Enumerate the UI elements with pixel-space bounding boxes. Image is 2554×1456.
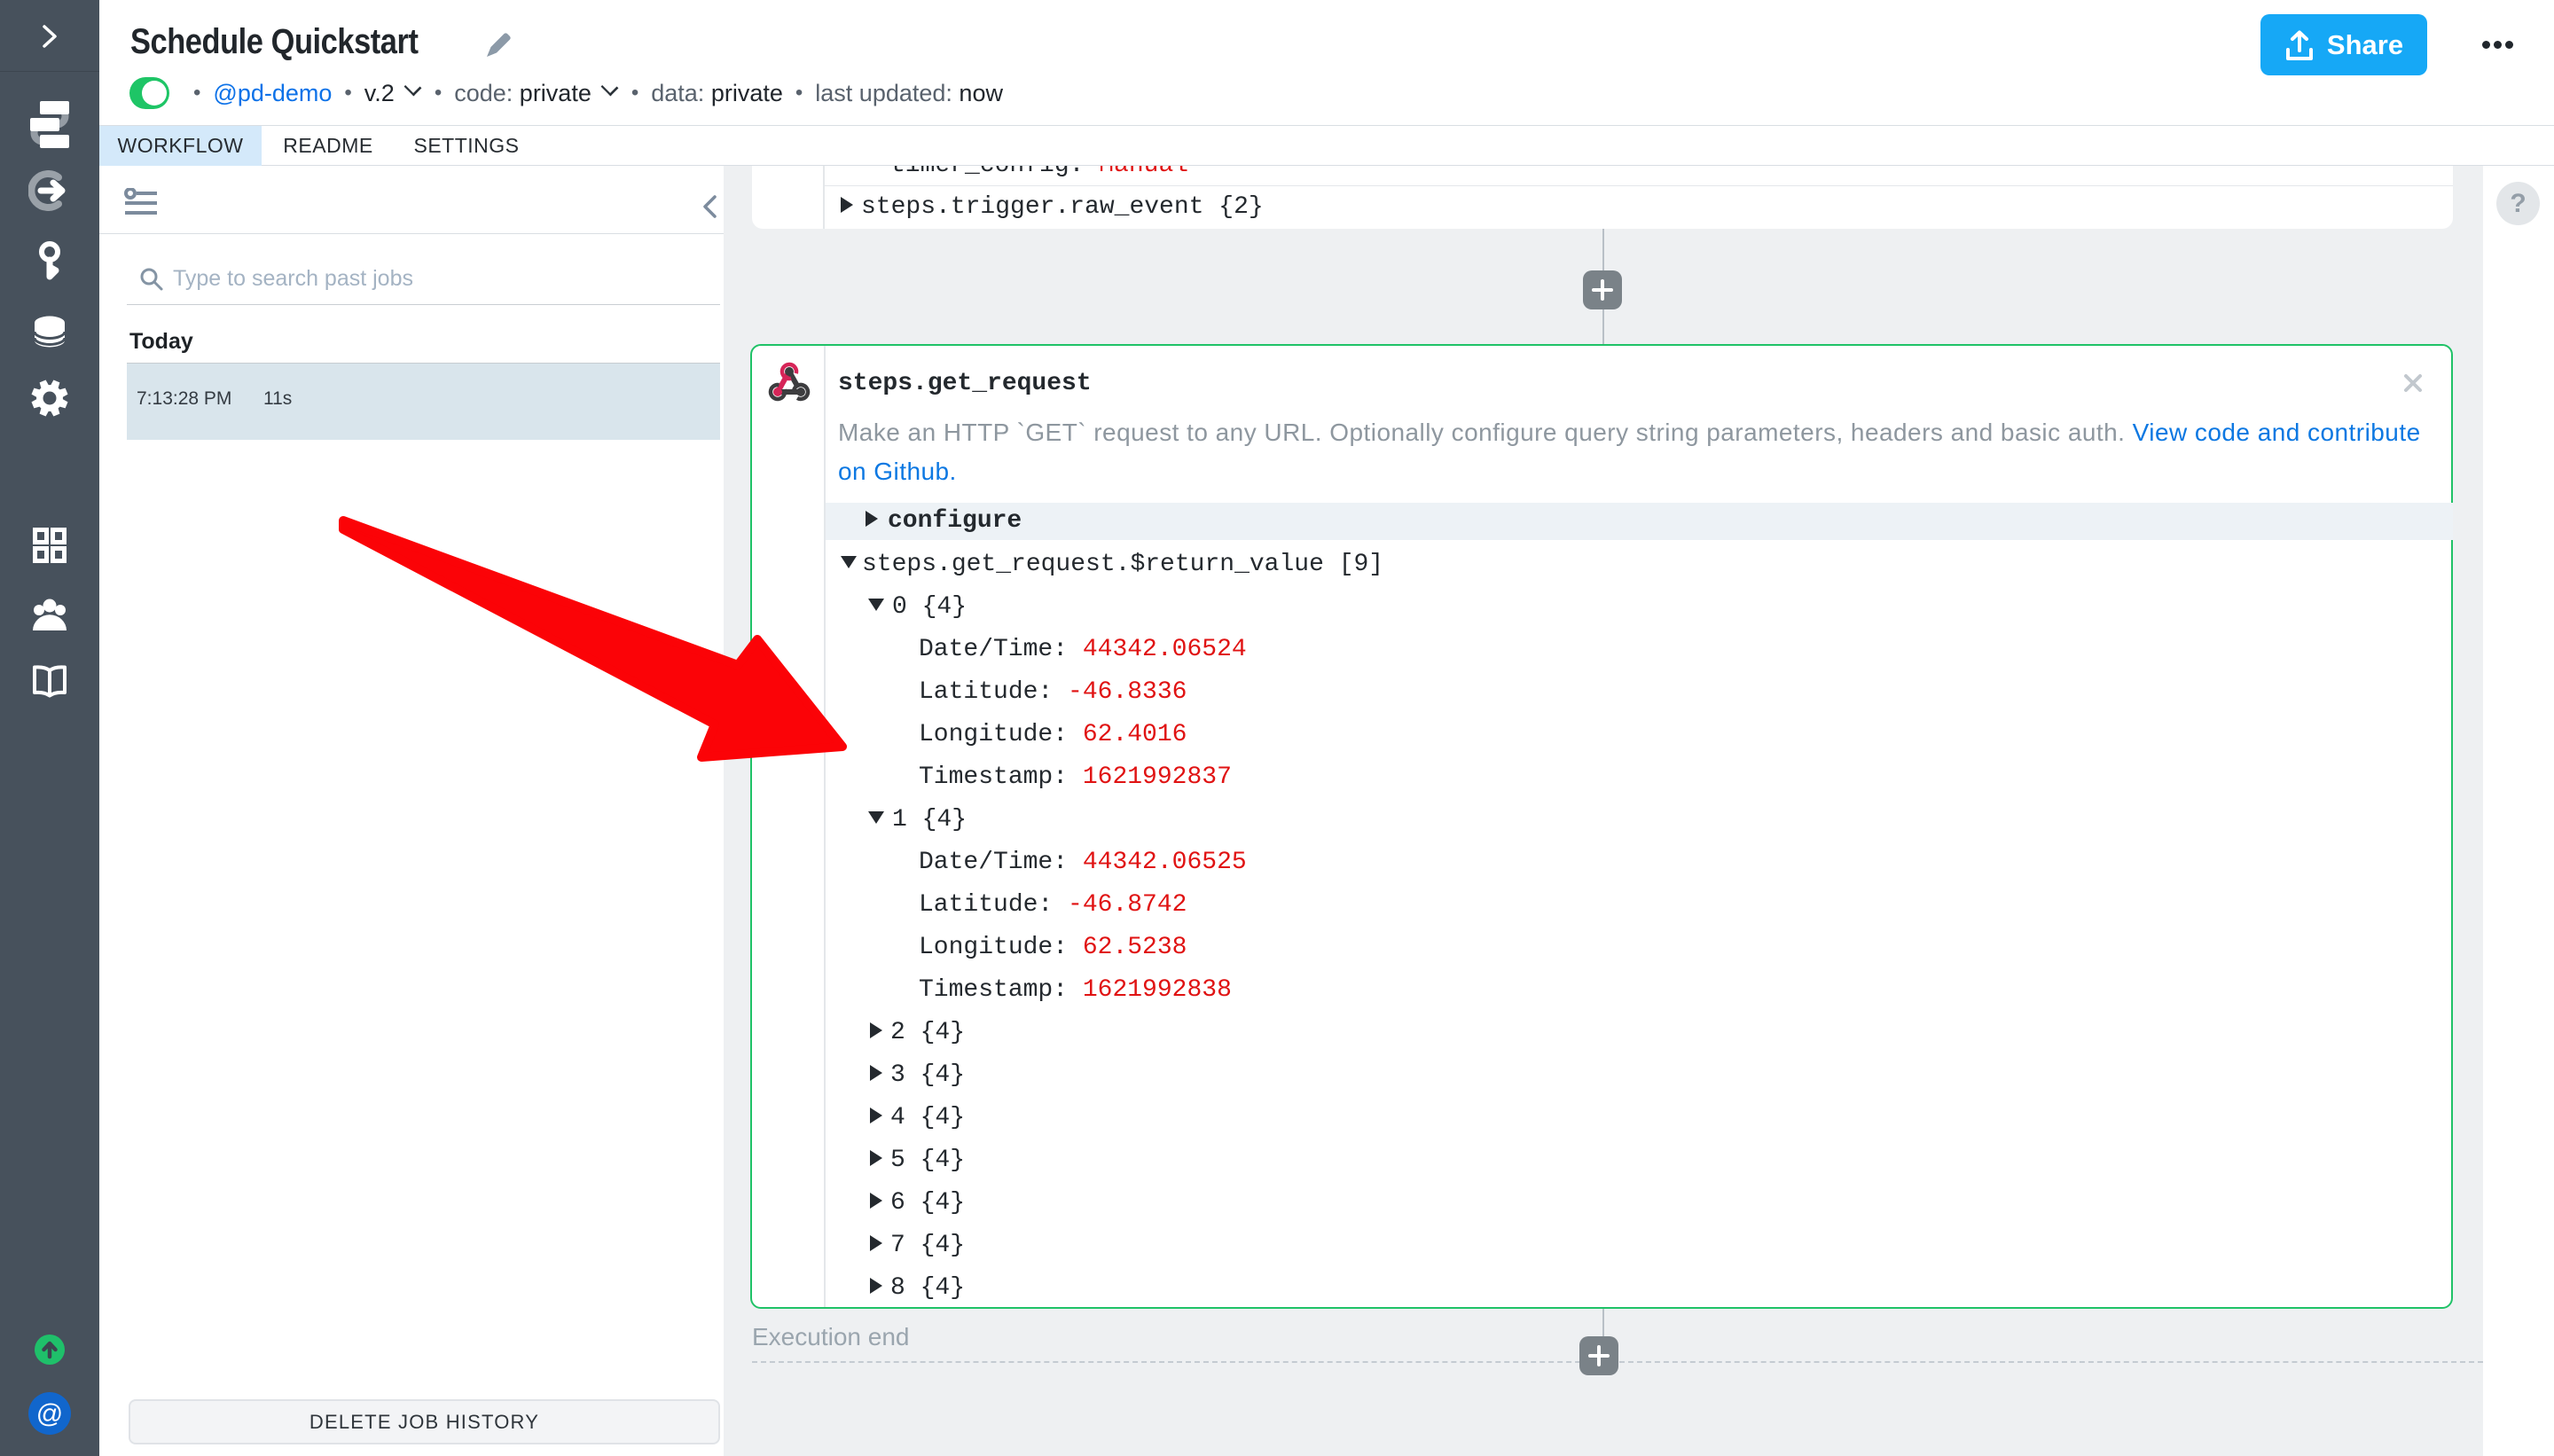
svg-text:@: @ <box>36 1399 63 1429</box>
